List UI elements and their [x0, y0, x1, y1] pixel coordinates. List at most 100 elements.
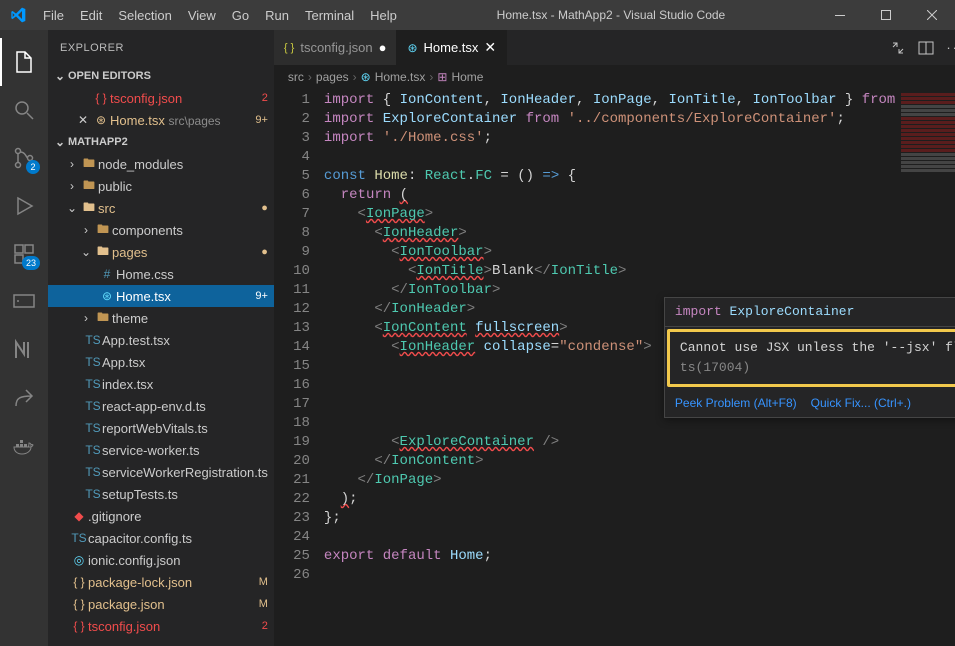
editor-tab[interactable]: ⊛Home.tsx✕ — [397, 30, 507, 65]
editor-tab[interactable]: { }tsconfig.json● — [274, 30, 398, 65]
file-icon: TS — [84, 487, 102, 501]
close-button[interactable] — [909, 0, 955, 30]
badge: M — [255, 598, 268, 610]
open-editor-item[interactable]: { }tsconfig.json2 — [48, 87, 274, 109]
menu-terminal[interactable]: Terminal — [297, 8, 362, 23]
file-tree-item[interactable]: TSservice-worker.ts — [48, 439, 274, 461]
extensions-activity[interactable]: 23 — [0, 230, 48, 278]
line-gutter: 1234567891011121314151617181920212223242… — [274, 89, 324, 646]
chevron-icon: ⌄ — [78, 245, 94, 259]
file-tree-item[interactable]: #Home.css — [48, 263, 274, 285]
chevron-down-icon: ⌄ — [52, 135, 68, 149]
close-icon[interactable]: ✕ — [484, 39, 496, 56]
file-tree-item[interactable]: TSserviceWorkerRegistration.ts — [48, 461, 274, 483]
file-label: Home.css — [116, 267, 268, 282]
file-icon: TS — [84, 377, 102, 391]
file-icon: 🖿 — [94, 308, 112, 329]
menu-selection[interactable]: Selection — [110, 8, 179, 23]
file-icon: 🖿 — [80, 154, 98, 175]
file-tree-item[interactable]: ⌄🖿src● — [48, 197, 274, 219]
file-label: node_modules — [98, 157, 268, 172]
open-editor-item[interactable]: ✕⊛Home.tsx src\pages9+ — [48, 109, 274, 131]
breadcrumb-segment[interactable]: Home.tsx — [375, 70, 426, 84]
vscode-logo-icon — [0, 7, 35, 23]
maximize-button[interactable] — [863, 0, 909, 30]
file-icon: 🖿 — [80, 176, 98, 197]
file-tree-item[interactable]: TScapacitor.config.ts — [48, 527, 274, 549]
file-icon: 🖿 — [94, 220, 112, 241]
file-tree-item[interactable]: TSApp.tsx — [48, 351, 274, 373]
file-tree-item[interactable]: { }tsconfig.json2 — [48, 615, 274, 637]
badge: 9+ — [251, 114, 268, 126]
file-label: components — [112, 223, 268, 238]
file-label: Home.tsx src\pages — [110, 113, 251, 128]
badge: ● — [257, 246, 268, 258]
file-label: react-app-env.d.ts — [102, 399, 268, 414]
file-icon: ◎ — [70, 553, 88, 567]
share-activity[interactable] — [0, 374, 48, 422]
scm-activity[interactable]: 2 — [0, 134, 48, 182]
remote-activity[interactable] — [0, 278, 48, 326]
file-tree-item[interactable]: ◆.gitignore — [48, 505, 274, 527]
peek-problem-link[interactable]: Peek Problem (Alt+F8) — [675, 393, 797, 413]
more-icon[interactable]: ··· — [946, 40, 955, 55]
file-icon: { } — [70, 575, 88, 589]
file-tree-item[interactable]: ›🖿node_modules — [48, 153, 274, 175]
file-tree-item[interactable]: ›🖿components — [48, 219, 274, 241]
file-tree-item[interactable]: TSindex.tsx — [48, 373, 274, 395]
file-icon: { } — [92, 91, 110, 105]
file-tree-item[interactable]: TSApp.test.tsx — [48, 329, 274, 351]
menu-view[interactable]: View — [180, 8, 224, 23]
file-tree-item[interactable]: ›🖿public — [48, 175, 274, 197]
file-tree-item[interactable]: TSreportWebVitals.ts — [48, 417, 274, 439]
breadcrumb[interactable]: src›pages›⊛ Home.tsx›⊞ Home — [274, 65, 955, 89]
file-tree-item[interactable]: ⌄🖿pages● — [48, 241, 274, 263]
file-icon: TS — [70, 531, 88, 545]
menu-bar: FileEditSelectionViewGoRunTerminalHelp — [35, 8, 405, 23]
file-label: setupTests.ts — [102, 487, 268, 502]
file-label: Home.tsx — [116, 289, 251, 304]
file-tree-item[interactable]: { }package.jsonM — [48, 593, 274, 615]
menu-file[interactable]: File — [35, 8, 72, 23]
breadcrumb-segment[interactable]: pages — [316, 70, 349, 84]
explorer-activity[interactable] — [0, 38, 48, 86]
menu-edit[interactable]: Edit — [72, 8, 110, 23]
badge: 2 — [258, 620, 268, 632]
file-label: theme — [112, 311, 268, 326]
file-label: index.tsx — [102, 377, 268, 392]
minimize-button[interactable] — [817, 0, 863, 30]
quick-fix-link[interactable]: Quick Fix... (Ctrl+.) — [811, 393, 911, 413]
split-editor-icon[interactable] — [918, 40, 934, 56]
error-hover: import ExploreContainer Cannot use JSX u… — [664, 297, 955, 418]
title-bar: FileEditSelectionViewGoRunTerminalHelp H… — [0, 0, 955, 30]
file-tree-item[interactable]: ◎ionic.config.json — [48, 549, 274, 571]
project-section[interactable]: ⌄ MATHAPP2 — [48, 131, 274, 153]
badge: M — [255, 576, 268, 588]
run-activity[interactable] — [0, 182, 48, 230]
file-tree-item[interactable]: TSsetupTests.ts — [48, 483, 274, 505]
file-tree-item[interactable]: ⊛Home.tsx9+ — [48, 285, 274, 307]
docker-activity[interactable] — [0, 422, 48, 470]
nx-activity[interactable] — [0, 326, 48, 374]
file-tree-item[interactable]: TSreact-app-env.d.ts — [48, 395, 274, 417]
file-label: package-lock.json — [88, 575, 255, 590]
file-label: serviceWorkerRegistration.ts — [102, 465, 268, 480]
chevron-icon: › — [64, 157, 80, 171]
file-icon: TS — [84, 465, 102, 479]
editor-group: { }tsconfig.json●⊛Home.tsx✕ ··· src›page… — [274, 30, 955, 646]
file-label: service-worker.ts — [102, 443, 268, 458]
file-label: reportWebVitals.ts — [102, 421, 268, 436]
file-tree-item[interactable]: ›🖿theme — [48, 307, 274, 329]
file-icon: TS — [84, 333, 102, 347]
breadcrumb-segment[interactable]: src — [288, 70, 304, 84]
menu-go[interactable]: Go — [224, 8, 257, 23]
open-editors-section[interactable]: ⌄ OPEN EDITORS — [48, 65, 274, 87]
breadcrumb-segment[interactable]: Home — [451, 70, 483, 84]
menu-run[interactable]: Run — [257, 8, 297, 23]
compare-icon[interactable] — [890, 40, 906, 56]
file-tree-item[interactable]: { }package-lock.jsonM — [48, 571, 274, 593]
menu-help[interactable]: Help — [362, 8, 405, 23]
search-activity[interactable] — [0, 86, 48, 134]
close-icon[interactable]: ✕ — [74, 113, 92, 127]
chevron-down-icon: ⌄ — [52, 69, 68, 83]
